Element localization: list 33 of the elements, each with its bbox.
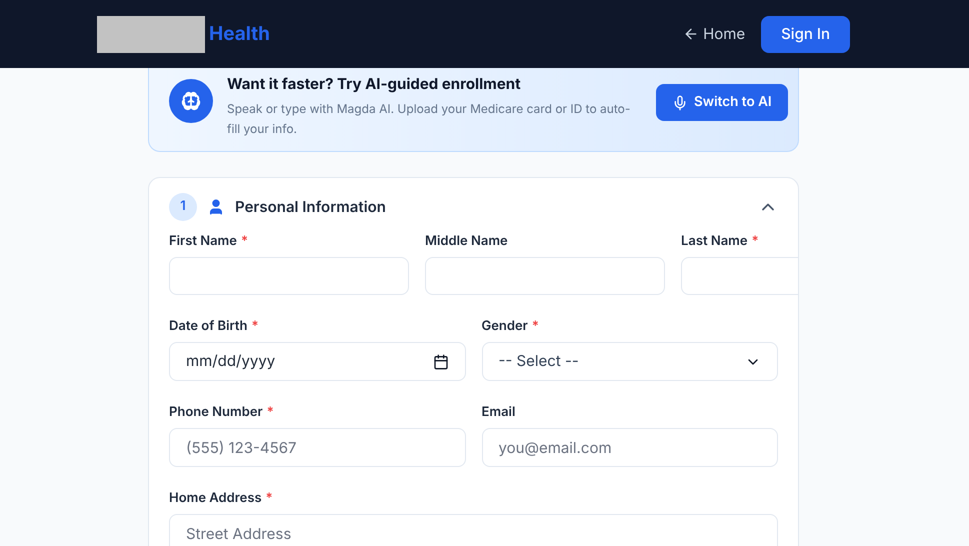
required-asterisk: * [532, 317, 539, 336]
required-asterisk: * [251, 317, 258, 336]
select-dropdown[interactable]: -- Select -- [482, 342, 778, 381]
banner-title: Want it faster? Try AI-guided enrollment [227, 73, 522, 95]
microphone-icon [672, 94, 688, 110]
field-label: Middle Name [425, 232, 508, 252]
required-asterisk: * [240, 232, 248, 252]
banner-description: Speak or type with Magda AI. Upload your Medicare card or ID to auto-fill your info. [227, 100, 632, 138]
required-asterisk: * [752, 232, 759, 252]
field-label: Date of Birth [169, 317, 248, 336]
person-icon [207, 198, 225, 216]
sign-in-button[interactable]: Sign In [761, 16, 850, 52]
brand-name: Health [209, 20, 270, 47]
text-input-field[interactable]: Street Address [169, 514, 778, 546]
step-number: 1 [169, 193, 197, 221]
section-title: Personal Information [235, 196, 386, 218]
text-input-field[interactable] [169, 257, 409, 295]
text-input-field[interactable]: (555) 123-4567 [169, 428, 466, 467]
calendar-icon[interactable] [432, 354, 448, 370]
date-input-field[interactable]: mm/dd/yyyy [169, 342, 466, 381]
field-label: Phone Number [169, 403, 263, 422]
field-label: Home Address [169, 489, 262, 508]
required-asterisk: * [266, 489, 273, 508]
switch-to-ai-button[interactable]: Switch to AI [656, 84, 788, 121]
text-input-field[interactable]: you@email.com [482, 428, 778, 467]
field-label: First Name [169, 232, 237, 252]
field-label: Last Name [681, 232, 748, 252]
field-label: Email [482, 403, 516, 422]
required-asterisk: * [266, 403, 274, 422]
text-input-field[interactable] [425, 257, 665, 295]
home-link[interactable]: Home [683, 22, 746, 46]
field-label: Gender [482, 317, 528, 336]
brain-icon [169, 79, 213, 123]
